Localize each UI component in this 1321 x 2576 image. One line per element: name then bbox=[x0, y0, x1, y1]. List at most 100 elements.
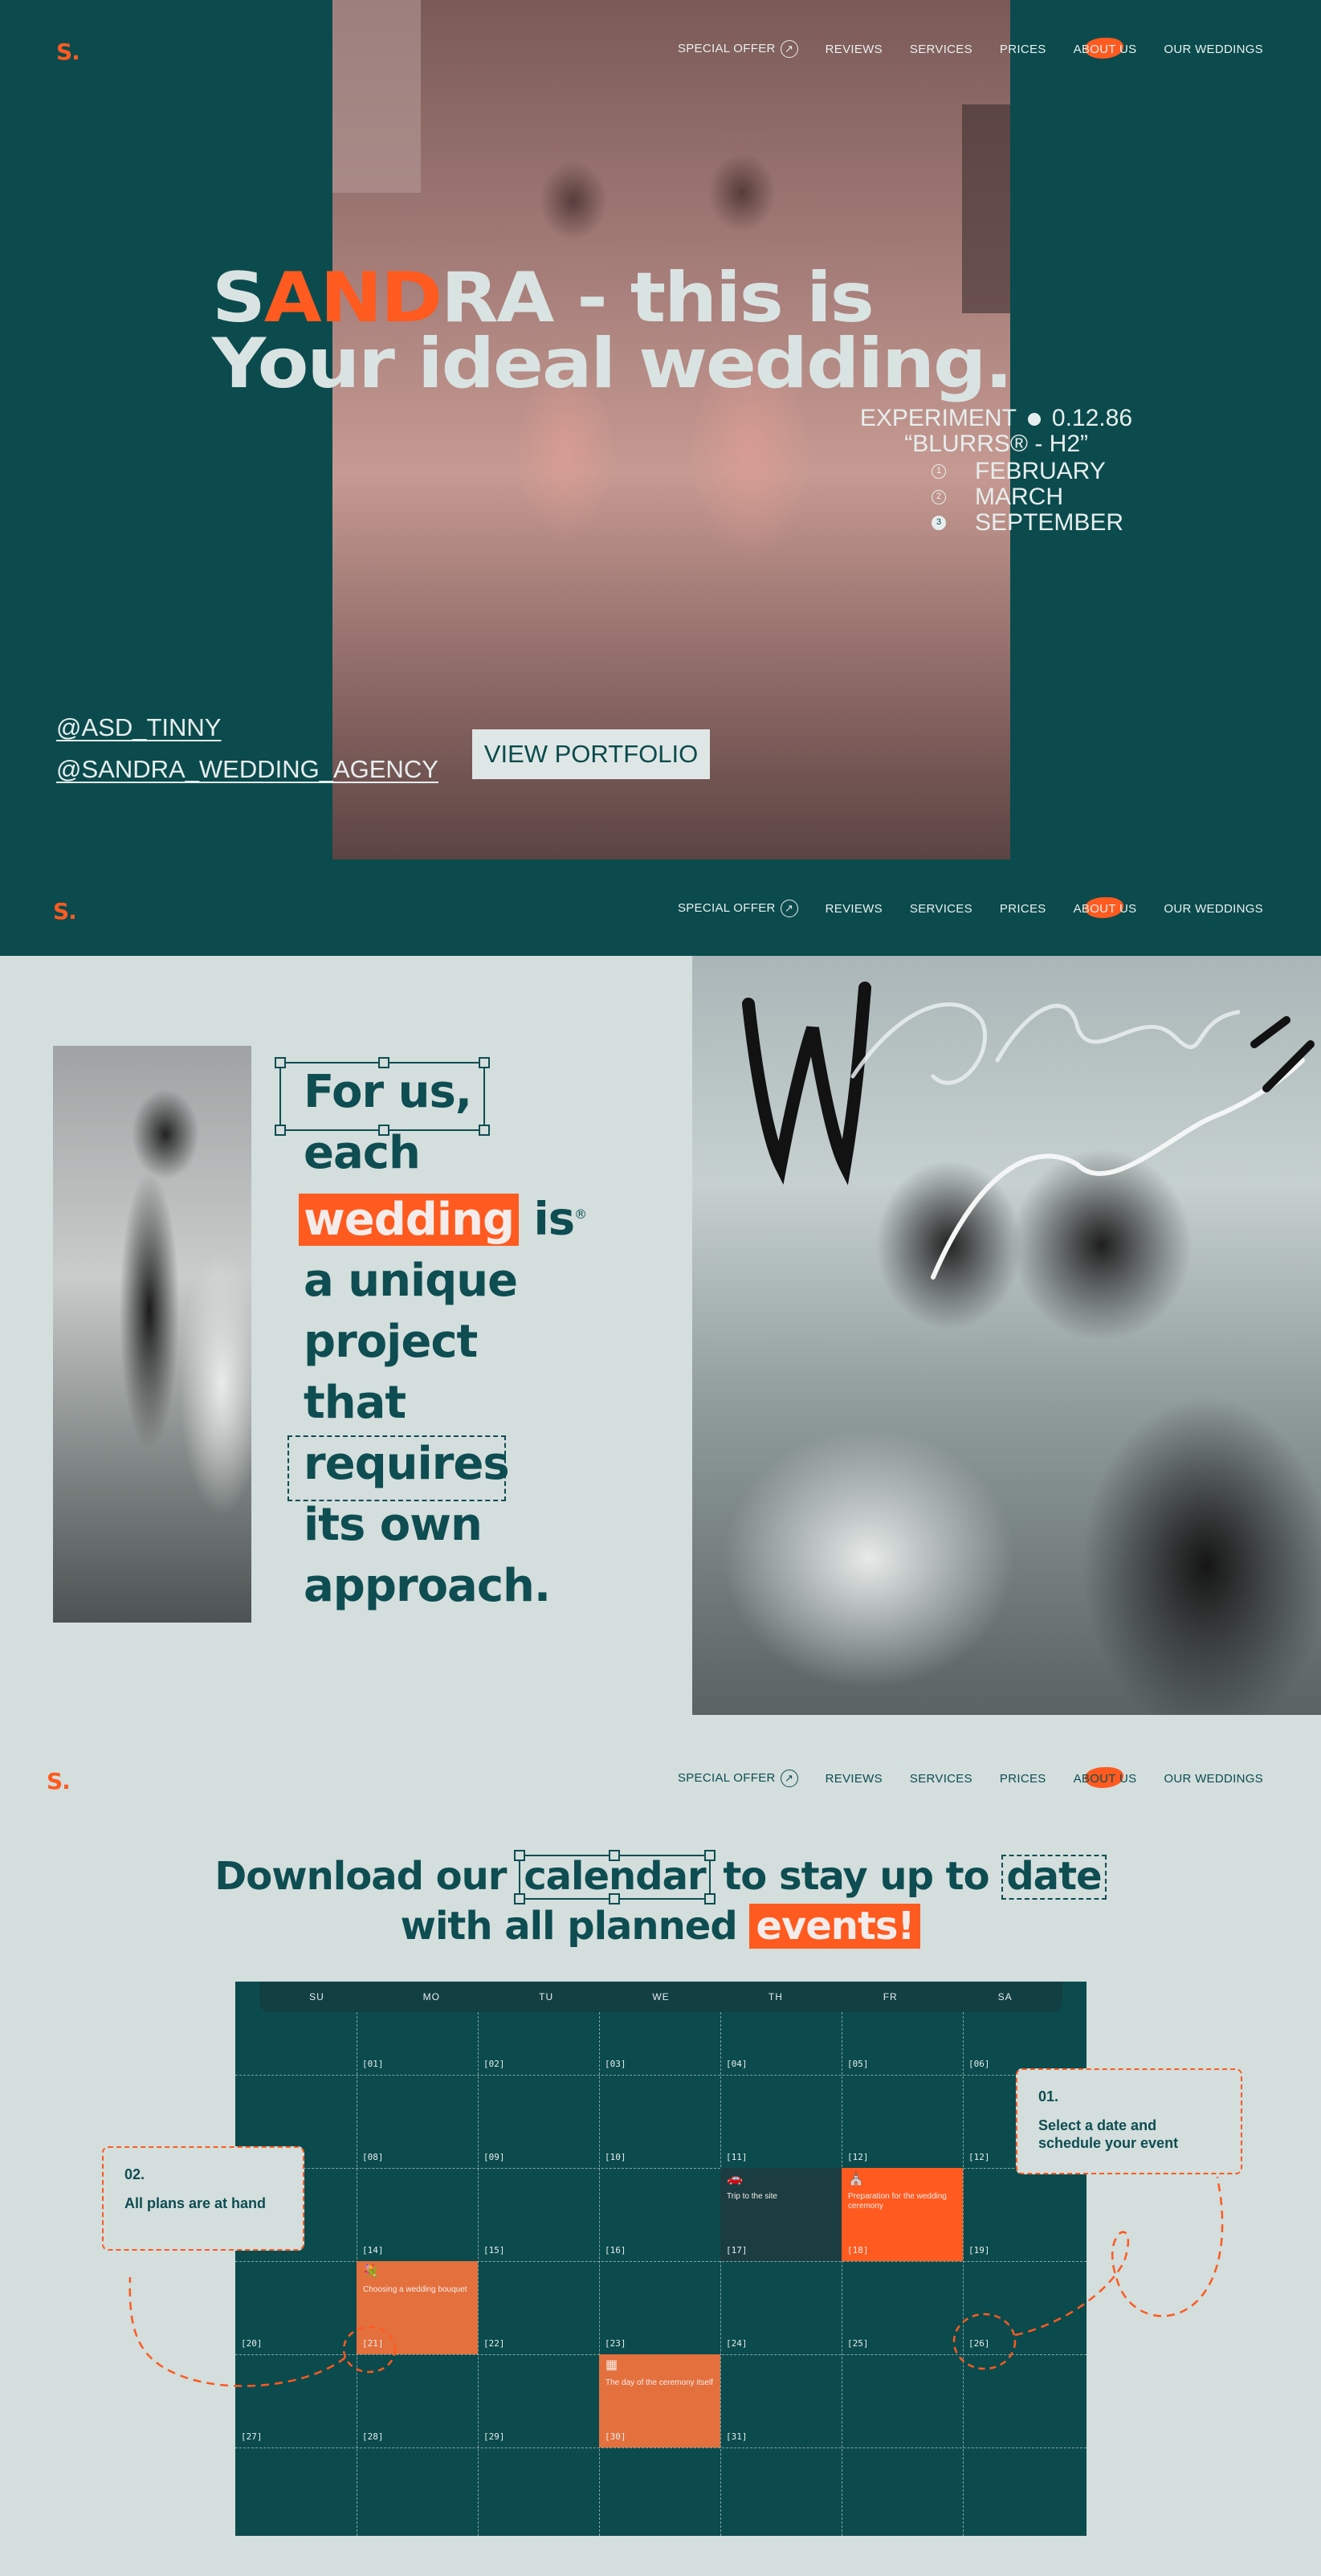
date-cell[interactable]: [29] bbox=[483, 2431, 505, 2442]
calendar-nav: S. SPECIAL OFFER ↗ REVIEWS SERVICES PRICE… bbox=[0, 1753, 1321, 1802]
date-cell[interactable]: [15] bbox=[483, 2245, 505, 2256]
grid-line bbox=[720, 2012, 721, 2536]
dot-icon bbox=[1027, 413, 1041, 427]
hero-meta: EXPERIMENT 0.12.86 “BLURRS® - H2” 1 FEBRUA… bbox=[859, 405, 1132, 536]
wedding-overseas-lettering bbox=[742, 982, 1315, 1280]
date-cell-selected[interactable]: [26] bbox=[968, 2338, 990, 2349]
weekday-sa: SA bbox=[997, 1991, 1013, 2002]
weekday-th: TH bbox=[768, 1991, 783, 2002]
nav-services[interactable]: SERVICES bbox=[910, 43, 972, 56]
date-cell[interactable]: [02] bbox=[483, 2059, 505, 2069]
weekday-mo: MO bbox=[422, 1991, 440, 2002]
date-cell[interactable]: [17] bbox=[726, 2245, 748, 2256]
sticky-nav-band: S. SPECIAL OFFER ↗ REVIEWS SERVICES PRICE… bbox=[0, 859, 1321, 956]
date-cell[interactable]: [11] bbox=[726, 2152, 748, 2162]
nav-about-us[interactable]: ABOUT US bbox=[1074, 896, 1137, 918]
date-cell[interactable]: [05] bbox=[847, 2059, 869, 2069]
date-cell[interactable]: [09] bbox=[483, 2152, 505, 2162]
date-cell[interactable]: [22] bbox=[483, 2338, 505, 2349]
date-cell[interactable]: [12] bbox=[847, 2152, 869, 2162]
nav-special-offer[interactable]: SPECIAL OFFER ↗ bbox=[678, 900, 798, 917]
nav-about-us[interactable]: ABOUT US bbox=[1074, 37, 1137, 59]
date-cell[interactable]: [27] bbox=[241, 2431, 263, 2442]
about-section: For us, each wedding is® a unique projec… bbox=[0, 956, 1321, 1715]
date-cell[interactable]: [01] bbox=[362, 2059, 384, 2069]
top-nav: S. SPECIAL OFFER ↗ REVIEWS SERVICES PRICE… bbox=[0, 24, 1321, 72]
handle-link-1[interactable]: @ASD_TINNY bbox=[56, 707, 438, 749]
date-cell[interactable]: [21] bbox=[362, 2338, 384, 2349]
couple-photo-left bbox=[53, 1046, 251, 1623]
about-statement: For us, each wedding is® a unique projec… bbox=[275, 1057, 587, 1617]
date-cell[interactable]: [18] bbox=[847, 2245, 869, 2256]
hero-section: S. SPECIAL OFFER ↗ REVIEWS SERVICES PRICE… bbox=[0, 0, 1321, 956]
weekday-fr: FR bbox=[883, 1991, 898, 2002]
ceremony-icon: ⛪ bbox=[848, 2172, 864, 2186]
line-for-us: For us, bbox=[275, 1057, 586, 1136]
month-list: 1 FEBRUARY 2 MARCH 3 SEPTEMBER bbox=[932, 459, 1132, 536]
nav-reviews[interactable]: REVIEWS bbox=[826, 902, 883, 916]
view-portfolio-button[interactable]: VIEW PORTFOLIO bbox=[472, 729, 710, 779]
wedding-highlight: wedding bbox=[299, 1193, 520, 1246]
grid-line bbox=[599, 2012, 600, 2536]
nav-prices[interactable]: PRICES bbox=[1000, 902, 1046, 916]
arrow-icon: ↗ bbox=[780, 40, 798, 58]
selection-frame bbox=[275, 1057, 490, 1136]
nav-reviews[interactable]: REVIEWS bbox=[826, 43, 883, 56]
calendar-icon: ▦ bbox=[605, 2358, 618, 2372]
date-cell[interactable]: [19] bbox=[968, 2245, 990, 2256]
month-item: 2 MARCH bbox=[932, 484, 1132, 510]
tip-card-plans: 02. All plans are at hand bbox=[102, 2146, 304, 2251]
weekday-tu: TU bbox=[539, 1991, 554, 2002]
nav-special-offer[interactable]: SPECIAL OFFER ↗ bbox=[678, 40, 798, 58]
nav-about-us[interactable]: ABOUT US bbox=[1074, 1766, 1137, 1788]
logo[interactable]: S. bbox=[47, 1768, 71, 1794]
grid-line bbox=[478, 2012, 479, 2536]
date-cell[interactable]: [06] bbox=[968, 2059, 990, 2069]
weekday-we: WE bbox=[652, 1991, 670, 2002]
nav-prices[interactable]: PRICES bbox=[1000, 43, 1046, 56]
tip-card-select-date: 01. Select a date and schedule your even… bbox=[1016, 2068, 1242, 2174]
grid-line bbox=[235, 2447, 1087, 2448]
date-cell[interactable]: [24] bbox=[726, 2338, 748, 2349]
calendar-section: S. SPECIAL OFFER ↗ REVIEWS SERVICES PRICE… bbox=[0, 1715, 1321, 2576]
date-cell[interactable]: [12] bbox=[968, 2152, 990, 2162]
date-cell[interactable]: [30] bbox=[605, 2431, 626, 2442]
grid-line bbox=[963, 2012, 964, 2536]
date-cell[interactable]: [03] bbox=[605, 2059, 626, 2069]
date-cell[interactable]: [14] bbox=[362, 2245, 384, 2256]
bouquet-icon: 💐 bbox=[363, 2265, 379, 2279]
month-item: 1 FEBRUARY bbox=[932, 459, 1132, 484]
arrow-icon: ↗ bbox=[780, 900, 798, 917]
nav-our-weddings[interactable]: OUR WEDDINGS bbox=[1164, 902, 1263, 916]
car-icon: 🚗 bbox=[727, 2172, 743, 2186]
weekday-su: SU bbox=[309, 1991, 324, 2002]
calendar-word: calendar bbox=[514, 1850, 716, 1904]
date-cell[interactable]: [25] bbox=[847, 2338, 869, 2349]
nav-prices[interactable]: PRICES bbox=[1000, 1772, 1046, 1786]
social-handles: @ASD_TINNY @SANDRA_WEDDING_AGENCY bbox=[56, 707, 438, 790]
arrow-icon: ↗ bbox=[780, 1770, 798, 1787]
weekday-header: SU MO TU WE TH FR SA bbox=[259, 1982, 1062, 2012]
date-cell[interactable]: [20] bbox=[241, 2338, 263, 2349]
date-cell[interactable]: [08] bbox=[362, 2152, 384, 2162]
line-requires: requires bbox=[287, 1434, 586, 1501]
date-cell[interactable]: [10] bbox=[605, 2152, 626, 2162]
logo[interactable]: S. bbox=[53, 898, 77, 925]
logo[interactable]: S. bbox=[56, 39, 80, 65]
nav-special-offer[interactable]: SPECIAL OFFER ↗ bbox=[678, 1770, 798, 1787]
handle-link-2[interactable]: @SANDRA_WEDDING_AGENCY bbox=[56, 749, 438, 790]
date-cell[interactable]: [16] bbox=[605, 2245, 626, 2256]
secondary-nav: S. SPECIAL OFFER ↗ REVIEWS SERVICES PRICE… bbox=[0, 884, 1321, 932]
nav-services[interactable]: SERVICES bbox=[910, 1772, 972, 1786]
nav-our-weddings[interactable]: OUR WEDDINGS bbox=[1164, 1772, 1263, 1786]
date-cell[interactable]: [23] bbox=[605, 2338, 626, 2349]
grid-line bbox=[235, 2075, 1087, 2076]
nav-our-weddings[interactable]: OUR WEDDINGS bbox=[1164, 43, 1263, 56]
nav-services[interactable]: SERVICES bbox=[910, 902, 972, 916]
couple-photo-right bbox=[692, 956, 1321, 1715]
date-cell[interactable]: [28] bbox=[362, 2431, 384, 2442]
date-cell[interactable]: [31] bbox=[726, 2431, 748, 2442]
nav-reviews[interactable]: REVIEWS bbox=[826, 1772, 883, 1786]
calendar-grid: SU MO TU WE TH FR SA 🚗 Trip to the site ⛪… bbox=[235, 1982, 1087, 2536]
date-cell[interactable]: [04] bbox=[726, 2059, 748, 2069]
